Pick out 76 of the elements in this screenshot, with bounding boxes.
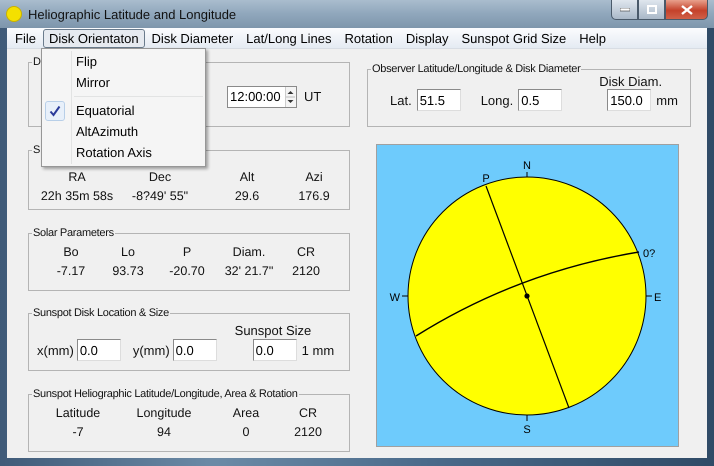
column-header: Lo xyxy=(120,245,136,261)
menu-item[interactable]: Sunspot Grid Size xyxy=(456,28,572,48)
close-icon xyxy=(680,4,692,14)
center-dot xyxy=(524,293,530,299)
maximize-button[interactable] xyxy=(638,0,665,20)
unit-label: mm xyxy=(656,92,678,108)
time-spinner[interactable]: 12:00:00 xyxy=(227,86,297,108)
unit-label: UT xyxy=(304,89,322,104)
menu-option[interactable]: Equatorial xyxy=(42,100,205,121)
sun-icon xyxy=(6,6,22,22)
column-header: Latitude xyxy=(54,406,102,422)
field-label: x(mm) xyxy=(37,343,74,358)
value-text: -7 xyxy=(71,425,85,441)
minimize-button[interactable] xyxy=(611,0,638,20)
check-icon xyxy=(49,104,61,116)
value-text: 0 xyxy=(242,425,250,441)
field-label: Lat. xyxy=(390,93,412,108)
field-label: y(mm) xyxy=(132,343,170,358)
group-title: Sunspot Heliographic Latitude/Longitude, Area & Rotation xyxy=(32,388,299,401)
menu-option[interactable]: Flip xyxy=(42,51,205,72)
input-field[interactable]: 0.0 xyxy=(252,339,297,361)
compass-label: S xyxy=(523,424,531,436)
column-header: Alt xyxy=(238,170,256,186)
column-header: Area xyxy=(232,406,260,422)
column-header: Bo xyxy=(62,245,80,261)
value-text: -8?49' 55" xyxy=(130,189,190,205)
input-field[interactable]: 0.5 xyxy=(518,89,562,111)
value-text: 2120 xyxy=(291,264,321,280)
input-field[interactable]: 0.0 xyxy=(172,339,217,361)
compass-label: W xyxy=(390,292,400,304)
value-text: -20.70 xyxy=(168,264,206,280)
group-title: Sunspot Disk Location & Size xyxy=(32,307,170,320)
column-header: Azi xyxy=(304,170,324,186)
value-text: 93.73 xyxy=(111,264,145,280)
menu-option[interactable]: Mirror xyxy=(42,72,205,93)
equator-label: 0? xyxy=(643,248,656,260)
column-header: CR xyxy=(298,406,318,422)
unit-label: 1 mm xyxy=(302,342,334,358)
menu-item[interactable]: Lat/Long Lines xyxy=(240,28,338,48)
field-label: Disk Diam. xyxy=(599,74,662,89)
menu-item[interactable]: Help xyxy=(573,28,612,48)
column-header: P xyxy=(182,245,192,261)
field-label: Sunspot Size xyxy=(234,323,312,338)
tick-mark xyxy=(526,172,528,178)
pole-label: P xyxy=(482,173,490,185)
input-field[interactable]: 51.5 xyxy=(416,89,461,111)
column-header: Longitude xyxy=(136,406,192,422)
maximize-icon xyxy=(646,5,656,14)
menu-option[interactable]: AltAzimuth xyxy=(42,121,205,142)
value-text: 32' 21.7" xyxy=(224,264,274,280)
group-title: Observer Latitude/Longitude & Disk Diameter xyxy=(371,63,582,76)
input-field[interactable]: 150.0 xyxy=(607,89,652,111)
field-label: Long. xyxy=(480,93,514,108)
menu-item[interactable]: Disk Diameter xyxy=(146,28,240,48)
column-header: Dec xyxy=(148,170,172,186)
value-text: 29.6 xyxy=(234,189,260,205)
window-title: Heliographic Latitude and Longitude xyxy=(28,6,236,22)
input-field[interactable]: 0.0 xyxy=(76,339,121,361)
value-text: 176.9 xyxy=(297,189,331,205)
value-text: 94 xyxy=(156,425,172,441)
column-header: Diam. xyxy=(232,245,266,261)
menu-item[interactable]: Disk Orientaton xyxy=(42,28,145,48)
menu-item[interactable]: Display xyxy=(400,28,455,48)
value-text: 22h 35m 58s xyxy=(40,189,114,205)
menu-option[interactable]: Rotation Axis xyxy=(42,142,205,163)
close-button[interactable] xyxy=(665,0,708,20)
value-text: -7.17 xyxy=(56,264,86,280)
compass-label: E xyxy=(654,292,662,304)
column-header: RA xyxy=(67,170,87,186)
menu-item[interactable]: File xyxy=(9,28,42,48)
compass-label: N xyxy=(523,160,531,172)
value-text: 2120 xyxy=(293,425,323,441)
column-header: CR xyxy=(296,245,316,261)
minimize-icon xyxy=(620,8,630,12)
tick-mark xyxy=(526,414,528,422)
menu-item[interactable]: Rotation xyxy=(338,28,399,48)
